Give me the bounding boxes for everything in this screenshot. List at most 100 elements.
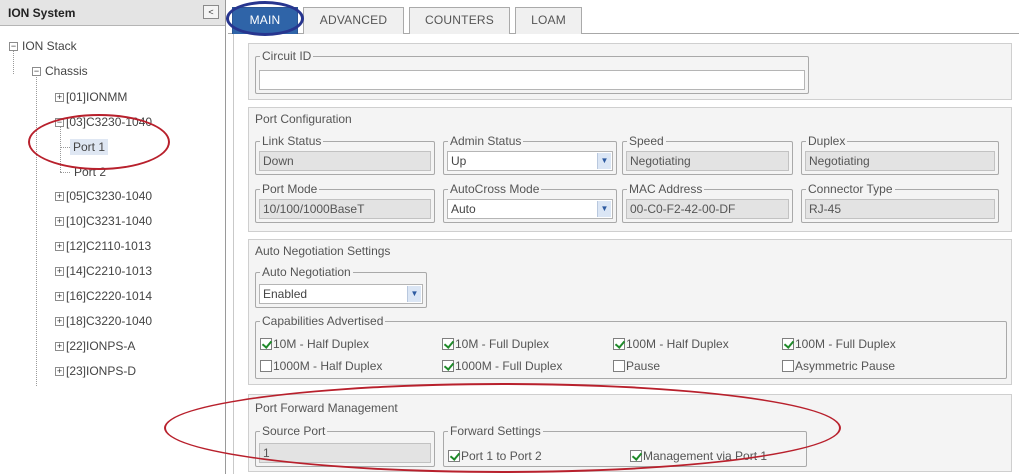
link-status-label: Link Status — [262, 134, 322, 148]
chevron-down-icon[interactable]: ▼ — [597, 201, 611, 217]
circuit-id-input[interactable] — [259, 70, 805, 90]
capability-option-label: 1000M - Full Duplex — [455, 359, 563, 373]
auto-negotiation-group: Auto Negotiation Enabled ▼ — [255, 266, 427, 308]
link-status-value: Down — [259, 151, 431, 171]
tree-node-ion-stack[interactable]: ION Stack — [22, 39, 77, 53]
port-configuration-section: Port Configuration Link Status Down Admi… — [248, 107, 1012, 232]
expand-toggle-icon[interactable]: + — [55, 317, 64, 326]
tree-connector — [60, 172, 70, 173]
tree-node-slot[interactable]: [05]C3230-1040 — [66, 189, 152, 203]
mac-address-label: MAC Address — [629, 182, 703, 196]
chevron-down-icon[interactable]: ▼ — [597, 153, 611, 169]
tab-main[interactable]: MAIN — [232, 7, 298, 34]
capability-option-label: 10M - Half Duplex — [273, 337, 370, 351]
autocross-select[interactable]: Auto ▼ — [447, 199, 613, 219]
chevron-down-icon[interactable]: ▼ — [407, 286, 421, 302]
checkbox-unchecked-icon[interactable] — [782, 360, 794, 372]
duplex-value: Negotiating — [805, 151, 995, 171]
source-port-group: Source Port 1 — [255, 425, 435, 467]
capability-option[interactable]: 10M - Half Duplex — [260, 337, 369, 351]
capability-option[interactable]: Pause — [613, 359, 660, 373]
expand-toggle-icon[interactable]: + — [55, 242, 64, 251]
forward-option[interactable]: Port 1 to Port 2 — [448, 449, 542, 463]
forward-settings-label: Forward Settings — [450, 424, 541, 438]
tree-node-slot[interactable]: [12]C2110-1013 — [66, 239, 151, 253]
tree-node-slot[interactable]: [23]IONPS-D — [66, 364, 136, 378]
admin-status-select[interactable]: Up ▼ — [447, 151, 613, 171]
link-status-group: Link Status Down — [255, 135, 435, 175]
expand-toggle-icon[interactable]: + — [55, 367, 64, 376]
admin-status-group: Admin Status Up ▼ — [443, 135, 617, 175]
tree-node-slot[interactable]: [16]C2220-1014 — [66, 289, 152, 303]
autocross-value: Auto — [451, 202, 476, 216]
autocross-group: AutoCross Mode Auto ▼ — [443, 183, 617, 223]
capability-option-label: Asymmetric Pause — [795, 359, 896, 373]
speed-group: Speed Negotiating — [622, 135, 793, 175]
tree-node-port-1[interactable]: Port 1 — [70, 139, 109, 155]
auto-negotiation-select[interactable]: Enabled ▼ — [259, 284, 423, 304]
collapse-toggle-icon[interactable]: − — [9, 42, 18, 51]
checkbox-checked-icon[interactable] — [448, 450, 460, 462]
tree-node-chassis[interactable]: Chassis — [45, 64, 88, 78]
circuit-id-label: Circuit ID — [262, 49, 312, 63]
auto-negotiation-value: Enabled — [263, 287, 308, 301]
connector-type-label: Connector Type — [808, 182, 893, 196]
tree-node-slot[interactable]: [22]IONPS-A — [66, 339, 135, 353]
port-mode-value: 10/100/1000BaseT — [259, 199, 431, 219]
section-title: Port Forward Management — [255, 401, 398, 415]
tree-node-slot[interactable]: [01]IONMM — [66, 90, 127, 104]
capability-option[interactable]: 100M - Full Duplex — [782, 337, 896, 351]
checkbox-unchecked-icon[interactable] — [260, 360, 272, 372]
tree-header: ION System < — [0, 0, 225, 26]
collapse-toggle-icon[interactable]: − — [32, 67, 41, 76]
capability-option[interactable]: 10M - Full Duplex — [442, 337, 549, 351]
forward-option[interactable]: Management via Port 1 — [630, 449, 767, 463]
checkbox-unchecked-icon[interactable] — [613, 360, 625, 372]
tab-counters[interactable]: COUNTERS — [409, 7, 510, 34]
capability-option-label: 1000M - Half Duplex — [273, 359, 383, 373]
tree-node-port-2[interactable]: Port 2 — [74, 165, 106, 179]
expand-toggle-icon[interactable]: + — [55, 267, 64, 276]
tree-node-slot[interactable]: [03]C3230-1040 — [66, 115, 152, 129]
capability-option-label: 10M - Full Duplex — [455, 337, 550, 351]
auto-negotiation-label: Auto Negotiation — [262, 265, 351, 279]
tree-node-slot[interactable]: [14]C2210-1013 — [66, 264, 152, 278]
main-content: Circuit ID Port Configuration Link Statu… — [164, 34, 1014, 474]
tab-advanced[interactable]: ADVANCED — [303, 7, 404, 34]
checkbox-checked-icon[interactable] — [442, 360, 454, 372]
connector-type-value: RJ-45 — [805, 199, 995, 219]
capabilities-label: Capabilities Advertised — [262, 314, 384, 328]
capability-option[interactable]: 100M - Half Duplex — [613, 337, 729, 351]
expand-toggle-icon[interactable]: + — [55, 192, 64, 201]
collapse-toggle-icon[interactable]: − — [55, 118, 64, 127]
duplex-group: Duplex Negotiating — [801, 135, 999, 175]
checkbox-checked-icon[interactable] — [260, 338, 272, 350]
capability-option-label: Pause — [626, 359, 661, 373]
expand-toggle-icon[interactable]: + — [55, 292, 64, 301]
tab-loam[interactable]: LOAM — [515, 7, 582, 34]
checkbox-checked-icon[interactable] — [630, 450, 642, 462]
capability-option[interactable]: 1000M - Full Duplex — [442, 359, 562, 373]
expand-toggle-icon[interactable]: + — [55, 217, 64, 226]
section-title: Auto Negotiation Settings — [255, 244, 391, 258]
navigation-tree: ION System < − ION Stack − Chassis + [01… — [0, 0, 226, 474]
tree-node-slot[interactable]: [10]C3231-1040 — [66, 214, 152, 228]
port-mode-label: Port Mode — [262, 182, 318, 196]
tree-connector — [13, 48, 14, 74]
mac-address-value: 00-C0-F2-42-00-DF — [626, 199, 789, 219]
forward-settings-group: Forward Settings Port 1 to Port 2 Managem… — [443, 425, 807, 467]
tree-node-slot[interactable]: [18]C3220-1040 — [66, 314, 152, 328]
admin-status-label: Admin Status — [450, 134, 522, 148]
capabilities-list: 10M - Half Duplex 10M - Full Duplex 100M -… — [256, 327, 1006, 378]
expand-toggle-icon[interactable]: + — [55, 93, 64, 102]
capability-option[interactable]: 1000M - Half Duplex — [260, 359, 382, 373]
checkbox-checked-icon[interactable] — [782, 338, 794, 350]
tree-connector — [60, 147, 70, 148]
collapse-panel-button[interactable]: < — [203, 5, 219, 19]
tab-bar: MAIN ADVANCED COUNTERS LOAM — [226, 0, 1019, 36]
capability-option[interactable]: Asymmetric Pause — [782, 359, 895, 373]
expand-toggle-icon[interactable]: + — [55, 342, 64, 351]
checkbox-checked-icon[interactable] — [613, 338, 625, 350]
tree-connector — [60, 126, 61, 172]
checkbox-checked-icon[interactable] — [442, 338, 454, 350]
